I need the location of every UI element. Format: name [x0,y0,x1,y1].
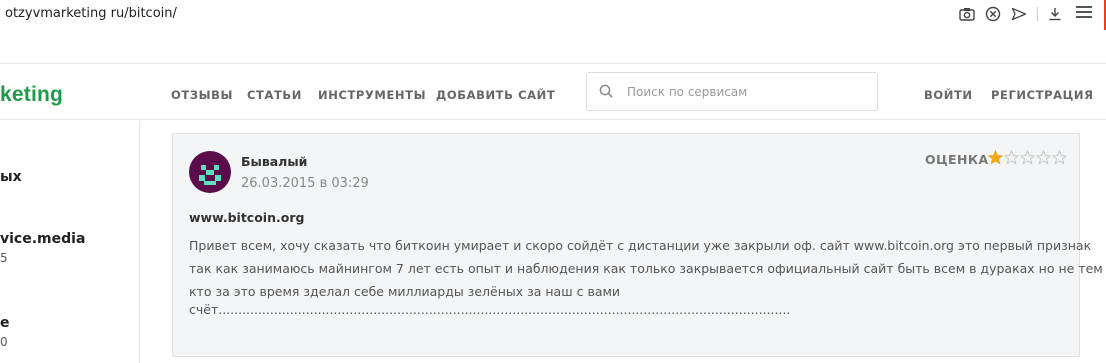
toolbar-separator [1037,7,1038,21]
nav-add-site[interactable]: ДОБАВИТЬ САЙТ [436,88,555,102]
sidebar: ых vice.media 5 e 0 [0,121,140,363]
sidebar-item-3[interactable]: e [0,315,10,331]
sidebar-item-2-count: 5 [0,251,8,265]
sidebar-item-2[interactable]: vice.media [0,231,85,247]
review-author[interactable]: Бывалый [241,154,307,169]
browser-toolbar: otzyvmarketing ru/bitcoin/ [0,0,1106,30]
star-empty-icon [1004,150,1019,165]
sidebar-item-1[interactable]: ых [0,169,22,185]
download-icon[interactable] [1046,5,1064,23]
review-text-line: кто за это время зделал себе миллиарды з… [189,284,621,299]
avatar[interactable] [189,151,231,193]
send-icon[interactable] [1010,5,1028,23]
star-empty-icon [1036,150,1051,165]
login-link[interactable]: ВОЙТИ [924,88,973,102]
camera-icon[interactable] [958,5,976,23]
block-icon[interactable] [984,5,1002,23]
rating-label: ОЦЕНКА [925,152,989,167]
site-header: keting ОТЗЫВЫ СТАТЬИ ИНСТРУМЕНТЫ ДОБАВИТ… [0,63,1106,120]
review-text-line: счёт....................................… [189,302,791,317]
nav-tools[interactable]: ИНСТРУМЕНТЫ [318,88,426,102]
search-input[interactable] [627,83,867,101]
sidebar-item-3-count: 0 [0,335,8,349]
star-filled-icon [988,150,1003,165]
review-date: 26.03.2015 в 03:29 [241,176,369,191]
review-text-line: так как занимаюсь майнингом 7 лет есть о… [189,261,1103,276]
rating-stars [988,150,1067,165]
site-logo[interactable]: keting [0,83,63,107]
search-box[interactable] [586,72,878,111]
star-empty-icon [1020,150,1035,165]
nav-reviews[interactable]: ОТЗЫВЫ [171,88,233,102]
search-icon [599,84,613,98]
menu-icon[interactable] [1076,6,1092,18]
register-link[interactable]: РЕГИСТРАЦИЯ [991,88,1094,102]
star-empty-icon [1052,150,1067,165]
nav-articles[interactable]: СТАТЬИ [247,88,302,102]
review-card: Бывалый 26.03.2015 в 03:29 ОЦЕНКА www.bi… [172,133,1103,357]
address-bar[interactable]: otzyvmarketing ru/bitcoin/ [5,6,177,21]
review-text-line: Привет всем, хочу сказать что биткоин ум… [189,238,1092,253]
review-site[interactable]: www.bitcoin.org [189,210,304,225]
